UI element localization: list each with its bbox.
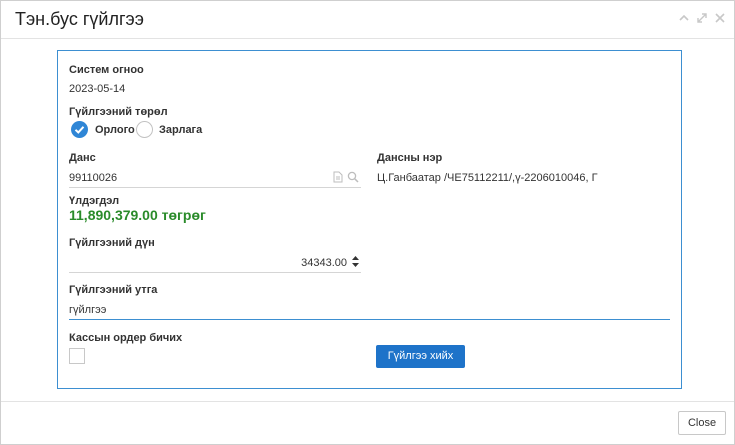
amount-field[interactable]: 34343.00: [69, 251, 361, 273]
amount-value: 34343.00: [301, 257, 347, 269]
check-icon: [74, 126, 85, 134]
system-date-value: 2023-05-14: [69, 83, 126, 95]
description-field[interactable]: гүйлгээ: [69, 298, 670, 320]
account-field[interactable]: 99110026: [69, 166, 361, 188]
dialog: Тэн.бус гүйлгээ Систем огноо 2023-05-14 …: [0, 0, 735, 445]
spinner-icon[interactable]: [351, 254, 360, 272]
close-button[interactable]: Close: [678, 411, 726, 435]
radio-expense[interactable]: [136, 121, 153, 138]
cash-order-label: Кассын ордер бичих: [69, 332, 183, 344]
account-name-value: Ц.Ганбаатар /ЧЕ75112211/,ү-2206010046, Г: [377, 172, 598, 184]
close-icon[interactable]: [714, 12, 726, 24]
description-label: Гүйлгээний утга: [69, 284, 158, 296]
dialog-title: Тэн.бус гүйлгээ: [15, 9, 144, 29]
txn-type-label: Гүйлгээний төрөл: [69, 106, 168, 118]
account-name-label: Дансны нэр: [377, 152, 443, 164]
radio-expense-label[interactable]: Зарлага: [159, 124, 202, 136]
balance-label: Үлдэгдэл: [69, 195, 120, 207]
radio-income-label[interactable]: Орлого: [95, 124, 135, 136]
expand-icon[interactable]: [696, 12, 708, 24]
radio-income[interactable]: [71, 121, 88, 138]
description-value: гүйлгээ: [69, 304, 107, 316]
dialog-controls: [678, 12, 726, 24]
account-value: 99110026: [69, 172, 118, 184]
search-icon[interactable]: [347, 171, 359, 186]
account-label: Данс: [69, 152, 96, 164]
document-icon[interactable]: [333, 171, 343, 186]
chevron-up-icon[interactable]: [678, 12, 690, 24]
dialog-footer: [1, 401, 734, 445]
dialog-header: Тэн.бус гүйлгээ: [1, 1, 734, 39]
balance-value: 11,890,379.00 төгрөг: [69, 207, 206, 223]
submit-transaction-button[interactable]: Гүйлгээ хийх: [376, 345, 465, 368]
cash-order-checkbox[interactable]: [69, 348, 85, 364]
system-date-label: Систем огноо: [69, 64, 144, 76]
amount-label: Гүйлгээний дүн: [69, 237, 155, 249]
